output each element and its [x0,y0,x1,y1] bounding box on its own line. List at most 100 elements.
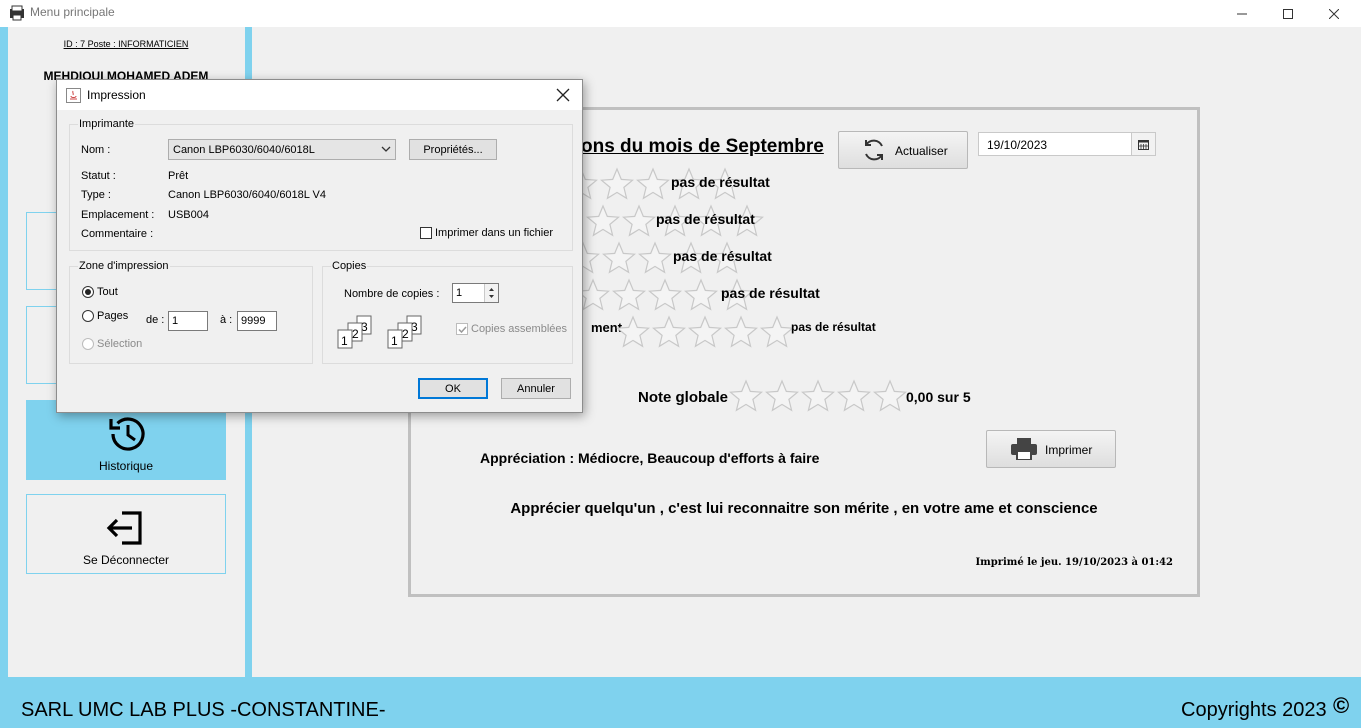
star-icon [687,315,723,348]
star-icon [635,167,671,200]
star-icon [836,379,872,412]
history-icon [109,417,145,451]
app-icon [10,5,24,21]
check-icon [458,326,467,334]
copies-count-input[interactable]: 1 [452,283,499,303]
collated-pages-icon: 3 2 1 [387,315,422,349]
global-note-value: 0,00 sur 5 [906,389,971,405]
star-icon [728,379,764,412]
sidebar-item-label: Se Déconnecter [82,553,170,567]
print-button[interactable]: Imprimer [986,430,1116,468]
svg-text:2: 2 [352,327,359,341]
printed-timestamp: Imprimé le jeu. 19/10/2023 à 01:42 [975,557,1173,568]
criterion-row: pas de résultat [561,166,821,202]
copies-spinner[interactable] [484,284,498,302]
star-icon [621,204,657,237]
calendar-icon [1138,139,1149,150]
criterion-row: pas de résultat [561,240,821,276]
print-to-file-label: Imprimer dans un fichier [435,227,553,239]
global-rating-row [728,378,908,414]
svg-text:1: 1 [391,334,398,348]
dialog-close-icon[interactable] [554,86,572,104]
star-icon [611,278,647,311]
star-icon [599,167,635,200]
criterion-result: pas de résultat [671,174,770,190]
pages-label: Pages [97,310,129,322]
user-id-label: ID : 7 Poste : INFORMATICIEN [63,39,189,49]
from-page-input[interactable]: 1 [168,311,208,331]
window-title: Menu principale [30,5,115,19]
report-title: ons du mois de Septembre [581,136,824,157]
to-label: à : [220,314,233,326]
criterion-row: ment pas de résultat [561,314,941,350]
quote-text: Apprécier quelqu'un , c'est lui reconnai… [510,500,1098,517]
criterion-result: pas de résultat [721,285,820,301]
name-label: Nom : [81,144,111,156]
global-note-label: Note globale [638,389,729,406]
from-label: de : [146,314,165,326]
star-icon [723,315,759,348]
refresh-button[interactable]: Actualiser [838,131,968,169]
refresh-label: Actualiser [895,144,948,158]
printer-group-label: Imprimante [78,118,136,130]
pages-radio[interactable] [82,310,94,322]
status-value: Prêt [168,170,189,182]
star-icon [759,315,795,348]
appreciation-text: Appréciation : Médiocre, Beaucoup d'effo… [480,450,820,466]
sidebar-stripe-left [0,27,8,677]
all-pages-radio[interactable] [82,286,94,298]
logout-icon [106,511,142,545]
selection-radio[interactable] [82,338,94,350]
star-icon [872,379,908,412]
refresh-icon [865,139,883,161]
criterion-row: pas de résultat [561,203,821,239]
copyright-text: Copyrights 2023 [1181,699,1327,721]
close-icon [1329,8,1339,19]
selection-label: Sélection [97,338,143,350]
svg-text:2: 2 [402,327,409,341]
print-to-file-checkbox[interactable] [420,227,432,239]
star-icon [601,241,637,274]
calendar-button[interactable] [1131,133,1155,155]
dialog-titlebar: Impression [57,80,582,110]
star-icon [651,315,687,348]
print-dialog: Impression Imprimante Nom : Canon LBP603… [56,79,583,413]
star-icon [637,241,673,274]
printer-select-value: Canon LBP6030/6040/6018L [173,144,315,156]
star-icon [615,315,651,348]
printer-select[interactable]: Canon LBP6030/6040/6018L [168,139,396,160]
minimize-icon [1237,13,1247,14]
star-icon [683,278,719,311]
properties-button[interactable]: Propriétés... [409,139,497,160]
ok-button[interactable]: OK [418,378,488,399]
star-icon [764,379,800,412]
minimize-button[interactable] [1219,0,1265,27]
close-window-button[interactable] [1311,0,1357,27]
window-titlebar: Menu principale [0,0,1361,27]
sidebar-item-deconnecter[interactable]: Se Déconnecter [26,494,226,574]
all-pages-label: Tout [97,286,118,298]
copies-count-label: Nombre de copies : [344,288,440,300]
star-rating[interactable] [615,314,795,350]
company-name: SARL UMC LAB PLUS -CONSTANTINE- [21,699,386,721]
maximize-button[interactable] [1265,0,1311,27]
status-label: Statut : [81,170,116,182]
spinner-arrows-icon [489,288,494,298]
to-page-input[interactable]: 9999 [237,311,277,331]
location-label: Emplacement : [81,209,155,221]
cancel-button[interactable]: Annuler [501,378,571,399]
date-picker[interactable]: 19/10/2023 [978,132,1156,156]
comment-label: Commentaire : [81,228,154,240]
collated-pages-icon: 3 2 1 [337,315,372,349]
java-icon [66,88,81,103]
dialog-title: Impression [87,88,146,102]
criterion-result: pas de résultat [791,320,876,334]
collate-checkbox[interactable] [456,323,468,335]
footer: SARL UMC LAB PLUS -CONSTANTINE- Copyrigh… [0,677,1361,728]
print-label: Imprimer [1045,443,1093,457]
criterion-result: pas de résultat [656,211,755,227]
collate-label: Copies assemblées [471,323,567,335]
star-icon [585,204,621,237]
copies-group-label: Copies [331,260,368,272]
copies-count-value: 1 [456,287,463,299]
